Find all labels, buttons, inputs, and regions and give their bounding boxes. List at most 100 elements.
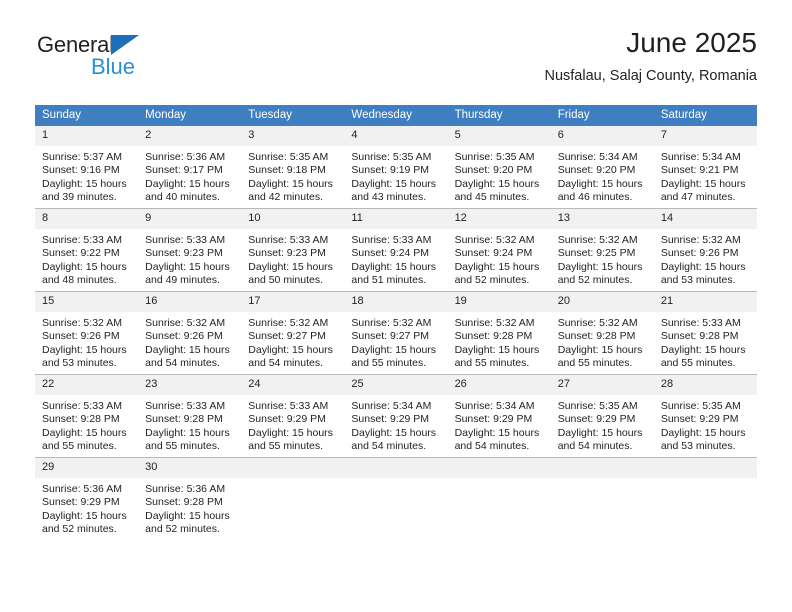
day-daylight-line: and 54 minutes. [557,440,633,453]
calendar-table: Sunday Monday Tuesday Wednesday Thursday Frid… [35,105,757,540]
calendar-day-cell[interactable]: 13 Sunrise: 5:32 AM Sunset: 9:25 PM Dayligh… [550,208,654,292]
calendar-body: 1 Sunrise: 5:37 AM Sunset: 9:16 PM Daylight… [35,126,757,540]
day-sunrise-line: Sunrise: 5:33 AM [145,400,226,412]
day-daylight-line: Daylight: 15 hours [454,426,540,439]
calendar-day-cell[interactable]: 11 Sunrise: 5:33 AM Sunset: 9:24 PM Dayligh… [344,208,448,292]
calendar-grid: Sunday Monday Tuesday Wednesday Thursday Frid… [35,105,757,540]
calendar-day-cell[interactable]: 9 Sunrise: 5:33 AM Sunset: 9:23 PM Daylight… [138,208,242,292]
day-details: Sunrise: 5:33 AM Sunset: 9:28 PM Daylight:… [138,395,241,454]
day-sunset-line: Sunset: 9:28 PM [660,330,739,343]
calendar-day-cell[interactable]: 28 Sunrise: 5:35 AM Sunset: 9:29 PM Dayligh… [653,374,757,458]
day-details: Sunrise: 5:32 AM Sunset: 9:28 PM Daylight:… [448,312,551,371]
day-details: Sunrise: 5:37 AM Sunset: 9:16 PM Daylight:… [35,146,138,205]
day-number: 13 [550,209,654,229]
calendar-day-cell-empty [447,457,551,540]
calendar-day-cell[interactable]: 17 Sunrise: 5:32 AM Sunset: 9:27 PM Dayligh… [241,291,345,375]
day-number: 21 [653,292,757,312]
calendar-day-cell[interactable]: 10 Sunrise: 5:33 AM Sunset: 9:23 PM Dayligh… [241,208,345,292]
location-subtitle: Nusfalau, Salaj County, Romania [544,68,757,84]
day-sunset-line: Sunset: 9:20 PM [557,164,636,177]
day-sunset-line: Sunset: 9:28 PM [145,413,223,426]
day-sunrise-line: Sunrise: 5:36 AM [42,483,122,495]
calendar-day-cell[interactable]: 7 Sunrise: 5:34 AM Sunset: 9:21 PM Daylight… [653,126,757,209]
day-number: 16 [138,292,242,312]
calendar-day-cell[interactable]: 24 Sunrise: 5:33 AM Sunset: 9:29 PM Dayligh… [241,374,345,458]
day-daylight-line: and 42 minutes. [248,191,323,204]
day-details: Sunrise: 5:33 AM Sunset: 9:24 PM Daylight:… [344,229,447,288]
day-daylight-line: and 45 minutes. [454,191,530,204]
calendar-day-cell[interactable]: 4 Sunrise: 5:35 AM Sunset: 9:19 PM Daylight… [344,126,448,209]
day-sunset-line: Sunset: 9:29 PM [454,413,533,426]
day-sunset-line: Sunset: 9:28 PM [42,413,120,426]
day-daylight-line: Daylight: 15 hours [145,426,230,439]
day-sunrise-line: Sunrise: 5:34 AM [557,151,638,163]
calendar-day-cell[interactable]: 1 Sunrise: 5:37 AM Sunset: 9:16 PM Daylight… [35,126,139,209]
day-number: 20 [550,292,654,312]
day-sunrise-line: Sunrise: 5:35 AM [248,151,329,163]
calendar-day-cell[interactable]: 8 Sunrise: 5:33 AM Sunset: 9:22 PM Daylight… [35,208,139,292]
day-details: Sunrise: 5:36 AM Sunset: 9:28 PM Daylight:… [138,478,241,537]
day-sunrise-line: Sunrise: 5:32 AM [557,234,638,246]
day-daylight-line: Daylight: 15 hours [454,177,540,190]
day-number [447,458,551,478]
day-sunset-line: Sunset: 9:19 PM [351,164,430,177]
day-details: Sunrise: 5:34 AM Sunset: 9:20 PM Daylight:… [551,146,654,205]
day-details: Sunrise: 5:35 AM Sunset: 9:29 PM Daylight:… [551,395,654,454]
day-number: 19 [447,292,551,312]
day-daylight-line: and 52 minutes. [145,523,220,536]
calendar-day-cell[interactable]: 19 Sunrise: 5:32 AM Sunset: 9:28 PM Dayligh… [447,291,551,375]
calendar-day-cell[interactable]: 27 Sunrise: 5:35 AM Sunset: 9:29 PM Dayligh… [550,374,654,458]
calendar-day-cell[interactable]: 14 Sunrise: 5:32 AM Sunset: 9:26 PM Dayligh… [653,208,757,292]
day-sunrise-line: Sunrise: 5:32 AM [660,234,741,246]
day-sunrise-line: Sunrise: 5:35 AM [454,151,535,163]
calendar-day-cell[interactable]: 5 Sunrise: 5:35 AM Sunset: 9:20 PM Daylight… [447,126,551,209]
calendar-day-cell[interactable]: 25 Sunrise: 5:34 AM Sunset: 9:29 PM Dayligh… [344,374,448,458]
day-details: Sunrise: 5:32 AM Sunset: 9:27 PM Daylight:… [344,312,447,371]
calendar-day-cell[interactable]: 30 Sunrise: 5:36 AM Sunset: 9:28 PM Dayligh… [138,457,242,540]
day-sunset-line: Sunset: 9:26 PM [42,330,120,343]
calendar-day-cell[interactable]: 15 Sunrise: 5:32 AM Sunset: 9:26 PM Dayligh… [35,291,139,375]
day-daylight-line: Daylight: 15 hours [660,426,746,439]
day-sunset-line: Sunset: 9:26 PM [660,247,739,260]
day-daylight-line: Daylight: 15 hours [248,426,333,439]
weekday-header-monday: Monday [138,105,242,126]
calendar-day-cell[interactable]: 18 Sunrise: 5:32 AM Sunset: 9:27 PM Dayligh… [344,291,448,375]
day-number: 8 [35,209,139,229]
day-daylight-line: and 55 minutes. [351,357,427,370]
day-sunrise-line: Sunrise: 5:33 AM [351,234,432,246]
day-number: 5 [447,126,551,146]
day-details: Sunrise: 5:33 AM Sunset: 9:28 PM Daylight:… [654,312,757,371]
calendar-page: General Blue June 2025 Nusfalau, Salaj C… [0,0,792,612]
day-sunset-line: Sunset: 9:28 PM [145,496,223,509]
calendar-day-cell[interactable]: 26 Sunrise: 5:34 AM Sunset: 9:29 PM Dayligh… [447,374,551,458]
day-daylight-line: and 55 minutes. [660,357,736,370]
calendar-day-cell[interactable]: 6 Sunrise: 5:34 AM Sunset: 9:20 PM Daylight… [550,126,654,209]
day-sunrise-line: Sunrise: 5:32 AM [145,317,226,329]
calendar-day-cell[interactable]: 16 Sunrise: 5:32 AM Sunset: 9:26 PM Dayligh… [138,291,242,375]
calendar-day-cell[interactable]: 22 Sunrise: 5:33 AM Sunset: 9:28 PM Dayligh… [35,374,139,458]
calendar-day-cell[interactable]: 3 Sunrise: 5:35 AM Sunset: 9:18 PM Daylight… [241,126,345,209]
day-daylight-line: Daylight: 15 hours [660,177,746,190]
day-number: 22 [35,375,139,395]
day-number: 25 [344,375,448,395]
day-number: 27 [550,375,654,395]
day-details: Sunrise: 5:32 AM Sunset: 9:25 PM Daylight:… [551,229,654,288]
day-daylight-line: and 54 minutes. [454,440,530,453]
weekday-header-sunday: Sunday [35,105,139,126]
day-number: 15 [35,292,139,312]
day-daylight-line: Daylight: 15 hours [351,177,437,190]
calendar-day-cell[interactable]: 29 Sunrise: 5:36 AM Sunset: 9:29 PM Dayligh… [35,457,139,540]
day-number: 9 [138,209,242,229]
day-daylight-line: Daylight: 15 hours [454,343,540,356]
day-sunrise-line: Sunrise: 5:32 AM [454,234,535,246]
day-sunrise-line: Sunrise: 5:34 AM [351,400,432,412]
calendar-day-cell[interactable]: 21 Sunrise: 5:33 AM Sunset: 9:28 PM Dayligh… [653,291,757,375]
day-daylight-line: and 53 minutes. [660,440,736,453]
calendar-day-cell[interactable]: 23 Sunrise: 5:33 AM Sunset: 9:28 PM Dayligh… [138,374,242,458]
calendar-day-cell-empty [344,457,448,540]
page-header: General Blue June 2025 Nusfalau, Salaj C… [35,26,757,98]
calendar-day-cell[interactable]: 2 Sunrise: 5:36 AM Sunset: 9:17 PM Daylight… [138,126,242,209]
calendar-day-cell[interactable]: 12 Sunrise: 5:32 AM Sunset: 9:24 PM Dayligh… [447,208,551,292]
calendar-day-cell[interactable]: 20 Sunrise: 5:32 AM Sunset: 9:28 PM Dayligh… [550,291,654,375]
day-daylight-line: and 47 minutes. [660,191,736,204]
